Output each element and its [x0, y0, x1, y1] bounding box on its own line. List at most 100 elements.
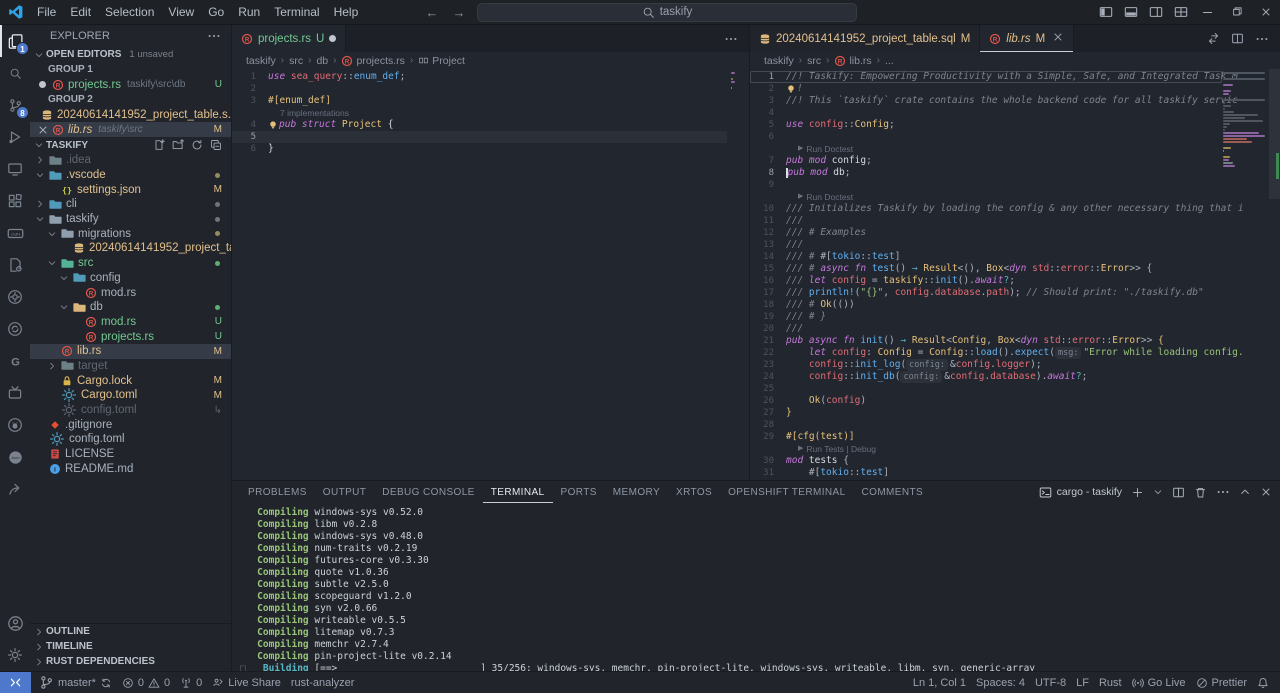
activitybar-item-git-live[interactable]	[0, 473, 30, 505]
activitybar-item-project-tasks[interactable]	[0, 249, 30, 281]
tree-item[interactable]: Rmod.rs	[30, 285, 231, 300]
new-folder-icon[interactable]	[172, 139, 184, 151]
sidebar-section-timeline[interactable]: TIMELINE	[30, 639, 231, 654]
breadcrumb-item[interactable]: src	[807, 55, 821, 67]
activitybar-item-dependency-sync[interactable]	[0, 313, 30, 345]
code-line[interactable]: 3//! This `taskify` crate contains the w…	[750, 95, 1222, 107]
more-icon[interactable]	[1216, 485, 1230, 499]
statusbar-eol[interactable]: LF	[1071, 672, 1094, 693]
code-line[interactable]: 13///	[750, 239, 1222, 251]
breadcrumb-item[interactable]: src	[289, 55, 303, 67]
open-editor-item[interactable]: Rprojects.rstaskify\src\dbU	[30, 77, 231, 92]
more-icon[interactable]	[1255, 32, 1269, 46]
code-line[interactable]: 12/// # Examples	[750, 227, 1222, 239]
menu-go[interactable]: Go	[201, 0, 231, 24]
code-editor-projects[interactable]: 1use sea_query::enum_def;23#[enum_def]7 …	[232, 69, 749, 480]
refresh-icon[interactable]	[191, 139, 203, 151]
panel-tab-output[interactable]: OUTPUT	[315, 481, 375, 503]
menu-edit[interactable]: Edit	[63, 0, 98, 24]
panel-tab-memory[interactable]: MEMORY	[605, 481, 668, 503]
code-line[interactable]: 6	[750, 131, 1222, 143]
code-line[interactable]: 5	[232, 131, 727, 143]
statusbar-prettier[interactable]: Prettier	[1191, 672, 1252, 693]
split-icon[interactable]	[1172, 486, 1185, 499]
breadcrumb-item[interactable]: Rlib.rs	[834, 55, 871, 67]
breadcrumb-item[interactable]: Rprojects.rs	[341, 55, 404, 67]
panel-tab-xrtos[interactable]: XRTOS	[668, 481, 720, 503]
tree-item[interactable]: src	[30, 256, 231, 271]
tree-item[interactable]: iREADME.md	[30, 461, 231, 476]
tree-item[interactable]: 20240614141952_project_table....M	[30, 241, 231, 256]
chev-u-icon[interactable]	[1239, 486, 1251, 498]
breadcrumb[interactable]: taskify›src›db›Rprojects.rs›Project	[232, 52, 749, 69]
chev-d-icon[interactable]	[1153, 487, 1163, 497]
code-line[interactable]: 8pub mod db;	[750, 167, 1222, 179]
close-icon[interactable]	[1052, 31, 1064, 46]
statusbar-indentation[interactable]: Spaces: 4	[971, 672, 1030, 693]
workspace-section-header[interactable]: TASKIFY	[30, 137, 231, 153]
code-line[interactable]: 9	[750, 179, 1222, 191]
breadcrumb[interactable]: taskify›src›Rlib.rs›...	[750, 52, 1280, 69]
activitybar-item-rest-api-client[interactable]: /API	[0, 217, 30, 249]
statusbar-cursor-position[interactable]: Ln 1, Col 1	[908, 672, 971, 693]
tree-item[interactable]: .vscode	[30, 168, 231, 183]
breadcrumb-item[interactable]: ...	[885, 55, 894, 67]
menu-help[interactable]: Help	[327, 0, 366, 24]
open-editor-item[interactable]: Rlib.rstaskify\srcM	[30, 122, 231, 137]
compare-icon[interactable]	[1207, 32, 1220, 45]
new-file-icon[interactable]	[153, 139, 165, 151]
menu-view[interactable]: View	[161, 0, 201, 24]
split-icon[interactable]	[1231, 32, 1244, 45]
panel-tab-openshift-terminal[interactable]: OPENSHIFT TERMINAL	[720, 481, 853, 503]
activitybar-item-source-control[interactable]: 8	[0, 89, 30, 121]
close-editor[interactable]	[37, 124, 48, 136]
tree-item[interactable]: Rprojects.rsU	[30, 329, 231, 344]
activitybar-item-accounts[interactable]	[0, 607, 30, 639]
tree-item[interactable]: Rlib.rsM	[30, 344, 231, 359]
toggle-panel-icon[interactable]	[1118, 0, 1143, 24]
codelens[interactable]: ▶Run Doctest	[750, 191, 1280, 203]
breadcrumb-item[interactable]: db	[316, 55, 328, 67]
activitybar-item-github[interactable]	[0, 409, 30, 441]
code-line[interactable]: 26 Ok(config)	[750, 395, 1222, 407]
code-line[interactable]: 4	[750, 107, 1222, 119]
sidebar-section-outline[interactable]: OUTLINE	[30, 624, 231, 639]
code-line[interactable]: 20///	[750, 323, 1222, 335]
breadcrumb-item[interactable]: taskify	[764, 55, 794, 67]
code-editor-lib[interactable]: 1//! Taskify: Empowering Productivity wi…	[750, 69, 1280, 480]
code-line[interactable]: 21pub async fn init() → Result<Config, B…	[750, 335, 1222, 347]
activitybar-item-extensions[interactable]	[0, 185, 30, 217]
window-minimize-button[interactable]	[1193, 0, 1222, 24]
panel-tab-debug-console[interactable]: DEBUG CONSOLE	[374, 481, 482, 503]
tree-item[interactable]: config	[30, 271, 231, 286]
activitybar-item-explorer[interactable]: 1	[0, 25, 30, 57]
menu-selection[interactable]: Selection	[98, 0, 161, 24]
nav-forward-icon[interactable]: →	[450, 5, 468, 20]
codelens[interactable]: ▶Run Test | Debug	[750, 479, 1280, 480]
tree-item[interactable]: cli	[30, 197, 231, 212]
code-line[interactable]: 1use sea_query::enum_def;	[232, 71, 727, 83]
statusbar-notifications[interactable]	[1252, 672, 1274, 693]
activitybar-item-search[interactable]	[0, 57, 30, 89]
tree-item[interactable]: target	[30, 359, 231, 374]
activitybar-item-json-tools[interactable]: Json	[0, 441, 30, 473]
minimap[interactable]	[1223, 72, 1267, 167]
menu-run[interactable]: Run	[231, 0, 267, 24]
terminal-instance-label[interactable]: cargo - taskify	[1039, 486, 1122, 499]
code-line[interactable]: 28	[750, 419, 1222, 431]
code-line[interactable]: 16/// let config = taskify::init().await…	[750, 275, 1222, 287]
tree-item[interactable]: config.toml	[30, 432, 231, 447]
activitybar-item-gitlens[interactable]: G	[0, 345, 30, 377]
tree-item[interactable]: migrations	[30, 226, 231, 241]
toggle-secondary-sidebar-icon[interactable]	[1143, 0, 1168, 24]
plus-icon[interactable]	[1131, 486, 1144, 499]
lightbulb-icon[interactable]	[786, 84, 796, 94]
statusbar-encoding[interactable]: UTF-8	[1030, 672, 1071, 693]
tree-item[interactable]: LICENSE	[30, 447, 231, 462]
code-line[interactable]: 2	[232, 83, 727, 95]
code-line[interactable]: 19/// # }	[750, 311, 1222, 323]
code-line[interactable]: 6}	[232, 143, 727, 155]
tree-item[interactable]: Rmod.rsU	[30, 315, 231, 330]
tree-item[interactable]: db	[30, 300, 231, 315]
breadcrumb-item[interactable]: Project	[418, 55, 465, 67]
